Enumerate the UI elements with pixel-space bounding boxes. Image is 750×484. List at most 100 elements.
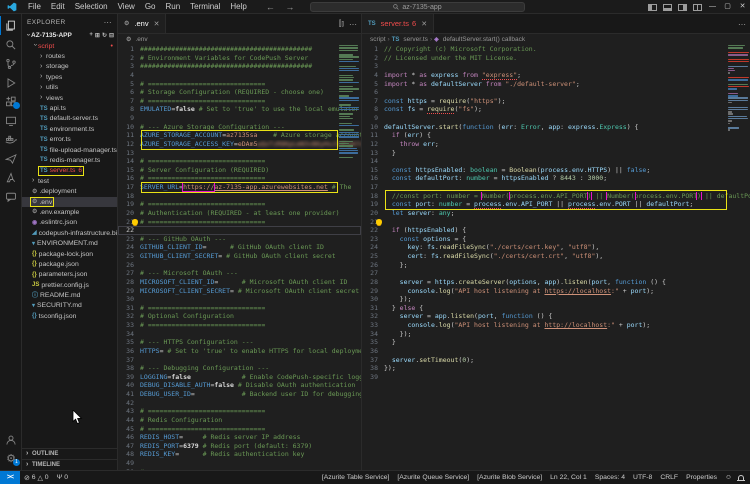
activity-remote-explorer-icon[interactable] bbox=[0, 111, 22, 130]
menu-selection[interactable]: Selection bbox=[70, 2, 113, 11]
tree-item-redis-manager-ts[interactable]: TS redis-manager.ts bbox=[22, 155, 117, 165]
command-center-search[interactable]: az-7135-app bbox=[310, 2, 525, 12]
status-azurite-blob-service[interactable]: [Azurite Blob Service] bbox=[473, 474, 546, 481]
activity-docker-icon[interactable] bbox=[0, 130, 22, 149]
menu-edit[interactable]: Edit bbox=[46, 2, 70, 11]
gear-icon: ⚙ bbox=[126, 36, 132, 43]
tree-item-package-lock-json[interactable]: {} package-lock.json bbox=[22, 249, 117, 259]
notifications-bell-icon[interactable] bbox=[737, 475, 745, 481]
status-crlf[interactable]: CRLF bbox=[656, 474, 682, 481]
tree-item-package-json[interactable]: {} package.json bbox=[22, 259, 117, 269]
menu-view[interactable]: View bbox=[113, 2, 140, 11]
breadcrumb[interactable]: ⚙ .env bbox=[118, 34, 361, 45]
activity-run-debug-icon[interactable] bbox=[0, 73, 22, 92]
tree-item--deployment[interactable]: ⚙ .deployment bbox=[22, 186, 117, 196]
line-number: 25 bbox=[126, 252, 134, 260]
tab-serverts[interactable]: TS server.ts 6 ✕ bbox=[362, 14, 435, 33]
code-line: 28 MICROSOFT_CLIENT_ID= # Microsoft OAuth… bbox=[118, 278, 361, 287]
tree-item-file-upload-manager-ts[interactable]: TS file-upload-manager.ts bbox=[22, 145, 117, 155]
account-icon[interactable] bbox=[0, 430, 22, 449]
status-utf-8[interactable]: UTF-8 bbox=[629, 474, 656, 481]
status-ln-22-col-1[interactable]: Ln 22, Col 1 bbox=[546, 474, 591, 481]
close-tab-icon[interactable]: ✕ bbox=[154, 20, 160, 28]
tree-item-security-md[interactable]: ▾ SECURITY.md bbox=[22, 301, 117, 311]
status-azurite-queue-service[interactable]: [Azurite Queue Service] bbox=[393, 474, 473, 481]
outline-section[interactable]: › OUTLINE bbox=[22, 448, 117, 459]
menu-help[interactable]: Help bbox=[225, 2, 251, 11]
code-line: 27 bbox=[362, 269, 750, 278]
code-editor-serverts[interactable]: 1// Copyright (c) Microsoft Corporation.… bbox=[362, 45, 750, 470]
tree-item-server-ts[interactable]: TS server.ts 6 bbox=[22, 165, 117, 176]
warning-icon: △ bbox=[37, 474, 43, 482]
tree-item-codepush-infrastructure-bi-[interactable]: ◢ codepush-infrastructure.bi... bbox=[22, 228, 117, 238]
toggle-sidebar-icon[interactable] bbox=[648, 3, 657, 11]
tree-item-storage[interactable]: › storage bbox=[22, 62, 117, 72]
toggle-panel-icon[interactable] bbox=[663, 3, 672, 11]
status-properties[interactable]: Properties bbox=[682, 474, 721, 481]
tree-item-views[interactable]: › views bbox=[22, 93, 117, 103]
tree-item-error-ts[interactable]: TS error.ts bbox=[22, 135, 117, 145]
tree-item-environment-md[interactable]: ▾ ENVIRONMENT.md bbox=[22, 238, 117, 248]
minimap[interactable] bbox=[339, 45, 360, 159]
tree-item-tsconfig-json[interactable]: {} tsconfig.json bbox=[22, 311, 117, 321]
editor-more-icon[interactable]: ⋯ bbox=[349, 20, 357, 29]
tab-env[interactable]: ⚙ .env ✕ bbox=[118, 14, 167, 33]
line-number: 47 bbox=[126, 441, 134, 450]
nav-history-arrows[interactable]: ← → bbox=[266, 2, 299, 12]
tree-item--env[interactable]: ⚙ .env bbox=[22, 196, 117, 208]
maximize-button[interactable]: ▢ bbox=[720, 0, 735, 14]
code-line: 22 bbox=[118, 226, 361, 235]
tree-item--eslintrc-json[interactable]: ◉ .eslintrc.json bbox=[22, 218, 117, 228]
tree-item--env-example[interactable]: ⚙ .env.example bbox=[22, 207, 117, 217]
breadcrumb[interactable]: script › TS server.ts › ◈ defaultServer.… bbox=[362, 34, 750, 45]
tree-item-types[interactable]: › types bbox=[22, 72, 117, 82]
new-file-icon[interactable]: + bbox=[89, 32, 93, 39]
tree-item-script[interactable]: › script • bbox=[22, 41, 117, 51]
settings-gear-icon[interactable]: ⚙ 1 bbox=[0, 449, 22, 468]
menu-terminal[interactable]: Terminal bbox=[185, 2, 225, 11]
timeline-section[interactable]: › TIMELINE bbox=[22, 459, 117, 470]
customize-layout-icon[interactable] bbox=[693, 3, 702, 11]
lightbulb-icon[interactable] bbox=[132, 219, 138, 225]
activity-deploy-icon[interactable] bbox=[0, 149, 22, 168]
editor-more-icon[interactable]: ⋯ bbox=[738, 20, 746, 29]
tree-item-utils[interactable]: › utils bbox=[22, 83, 117, 93]
activity-source-control-icon[interactable] bbox=[0, 54, 22, 73]
close-button[interactable]: ✕ bbox=[735, 0, 750, 14]
tree-item-environment-ts[interactable]: TS environment.ts bbox=[22, 124, 117, 134]
project-root-row[interactable]: › AZ-7135-APP + ⊞ ↻ ⊟ bbox=[22, 30, 117, 41]
minimize-button[interactable]: — bbox=[705, 0, 720, 14]
close-tab-icon[interactable]: ✕ bbox=[421, 20, 427, 28]
lightbulb-icon[interactable] bbox=[376, 219, 382, 225]
status-spaces-4[interactable]: Spaces: 4 bbox=[591, 474, 629, 481]
explorer-actions[interactable]: + ⊞ ↻ ⊟ bbox=[89, 32, 114, 39]
activity-azure-icon[interactable] bbox=[0, 168, 22, 187]
problems-status[interactable]: ⊘ 6 △ 0 bbox=[20, 474, 53, 482]
status-azurite-table-service[interactable]: [Azurite Table Service] bbox=[318, 474, 394, 481]
collapse-all-icon[interactable]: ⊟ bbox=[109, 32, 114, 39]
split-editor-icon[interactable]: ⫿⫾ bbox=[339, 19, 344, 29]
tree-item-api-ts[interactable]: TS api.ts bbox=[22, 103, 117, 113]
new-folder-icon[interactable]: ⊞ bbox=[95, 32, 100, 39]
menu-file[interactable]: File bbox=[23, 2, 46, 11]
feedback-icon[interactable]: ☺ bbox=[721, 474, 736, 481]
tree-item-default-server-ts[interactable]: TS default-server.ts bbox=[22, 114, 117, 124]
tree-item-parameters-json[interactable]: {} parameters.json bbox=[22, 270, 117, 280]
activity-explorer-icon[interactable] bbox=[0, 16, 22, 35]
tree-item-routes[interactable]: › routes bbox=[22, 51, 117, 61]
explorer-more-icon[interactable]: ⋯ bbox=[104, 18, 112, 27]
toggle-secondary-sidebar-icon[interactable] bbox=[678, 3, 687, 11]
activity-extensions-icon[interactable] bbox=[0, 92, 22, 111]
refresh-icon[interactable]: ↻ bbox=[102, 32, 107, 39]
menu-run[interactable]: Run bbox=[160, 2, 185, 11]
remote-indicator[interactable]: >< bbox=[0, 470, 20, 484]
code-editor-env[interactable]: 1 #######################################… bbox=[118, 45, 361, 470]
activity-chat-icon[interactable] bbox=[0, 187, 22, 206]
tree-item-test[interactable]: › test bbox=[22, 176, 117, 186]
menu-go[interactable]: Go bbox=[140, 2, 161, 11]
minimap[interactable] bbox=[728, 45, 749, 134]
tree-item-prettier-config-js[interactable]: JS prettier.config.js bbox=[22, 280, 117, 290]
activity-search-icon[interactable] bbox=[0, 35, 22, 54]
ports-status[interactable]: Ψ0 bbox=[53, 474, 72, 481]
tree-item-readme-md[interactable]: ⓘ README.md bbox=[22, 290, 117, 300]
